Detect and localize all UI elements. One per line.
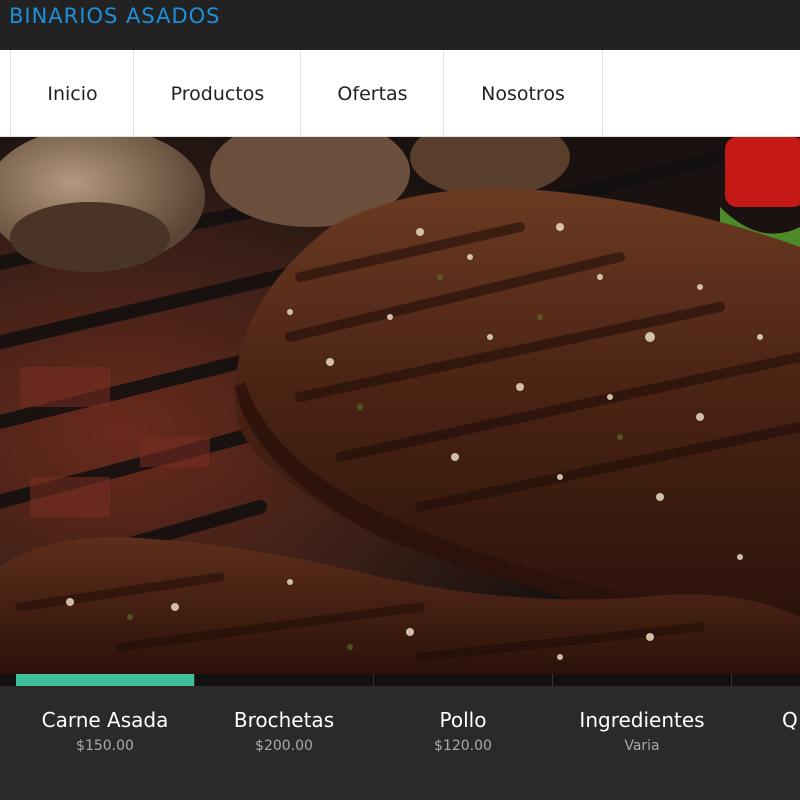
product-price: $120.00 [434,738,492,754]
product-price: $150.00 [76,738,134,754]
tab-divider [731,674,732,686]
product-name: Carne Asada [41,708,169,732]
product-tab-strip [0,674,800,686]
product-item-ingredientes[interactable]: Ingredientes Varia [552,708,732,754]
product-name: Pollo [439,708,487,732]
product-name: Ingredientes [579,708,705,732]
active-tab-indicator [16,674,195,686]
product-name: Q [782,708,798,732]
steak-illustration [0,137,800,674]
nav-item-productos[interactable]: Productos [133,50,301,136]
product-item-pollo[interactable]: Pollo $120.00 [373,708,553,754]
brand-logo[interactable]: BINARIOS ASADOS [9,4,220,28]
product-price: $200.00 [255,738,313,754]
hero-image [0,137,800,674]
product-item-brochetas[interactable]: Brochetas $200.00 [194,708,374,754]
tab-divider [373,674,374,686]
product-carousel: Carne Asada $150.00 Brochetas $200.00 Po… [0,686,800,800]
nav-item-inicio[interactable]: Inicio [10,50,134,136]
tab-divider [194,674,195,686]
product-price: Varia [624,738,660,754]
main-nav: Inicio Productos Ofertas Nosotros [0,50,800,137]
nav-item-ofertas[interactable]: Ofertas [300,50,444,136]
nav-item-nosotros[interactable]: Nosotros [443,50,603,136]
product-item-carne-asada[interactable]: Carne Asada $150.00 [15,708,195,754]
tab-divider [552,674,553,686]
product-name: Brochetas [233,708,335,732]
product-item-partial[interactable]: Q [782,708,800,732]
top-bar: BINARIOS ASADOS [0,0,800,50]
